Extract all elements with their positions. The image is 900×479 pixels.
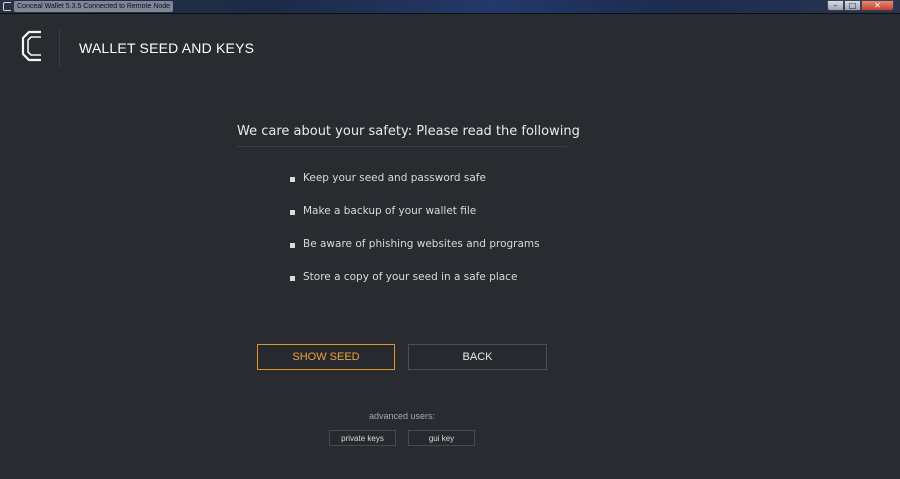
back-button[interactable]: BACK — [408, 344, 547, 370]
list-item: Be aware of phishing websites and progra… — [290, 238, 540, 271]
list-item: Keep your seed and password safe — [290, 172, 540, 205]
header-divider — [59, 30, 60, 66]
list-item: Make a backup of your wallet file — [290, 205, 540, 238]
maximize-button[interactable]: □ — [844, 0, 861, 11]
advanced-users-label: advanced users: — [368, 411, 436, 421]
show-seed-button[interactable]: SHOW SEED — [257, 344, 395, 370]
tip-text: Be aware of phishing websites and progra… — [303, 238, 540, 250]
private-keys-button[interactable]: private keys — [329, 430, 396, 446]
title-bar[interactable]: Conceal Wallet 5.3.5 Connected to Remote… — [0, 0, 900, 14]
safety-tips-list: Keep your seed and password safe Make a … — [290, 172, 540, 304]
wallet-window: Conceal Wallet 5.3.5 Connected to Remote… — [0, 0, 900, 479]
list-item: Store a copy of your seed in a safe plac… — [290, 271, 540, 304]
window-controls: – □ ✕ — [827, 0, 894, 12]
app-icon — [3, 2, 11, 11]
minimize-button[interactable]: – — [827, 0, 844, 11]
bullet-icon — [290, 243, 295, 248]
bullet-icon — [290, 276, 295, 281]
bullet-icon — [290, 210, 295, 215]
safety-headline: We care about your safety: Please read t… — [237, 124, 580, 139]
window-title: Conceal Wallet 5.3.5 Connected to Remote… — [14, 1, 174, 12]
conceal-logo-icon — [21, 30, 41, 62]
headline-divider — [237, 146, 567, 147]
close-button[interactable]: ✕ — [861, 0, 894, 11]
tip-text: Make a backup of your wallet file — [303, 205, 477, 217]
bullet-icon — [290, 177, 295, 182]
page-title: WALLET SEED AND KEYS — [79, 40, 255, 56]
gui-key-button[interactable]: gui key — [408, 430, 475, 446]
tip-text: Store a copy of your seed in a safe plac… — [303, 271, 518, 283]
tip-text: Keep your seed and password safe — [303, 172, 486, 184]
